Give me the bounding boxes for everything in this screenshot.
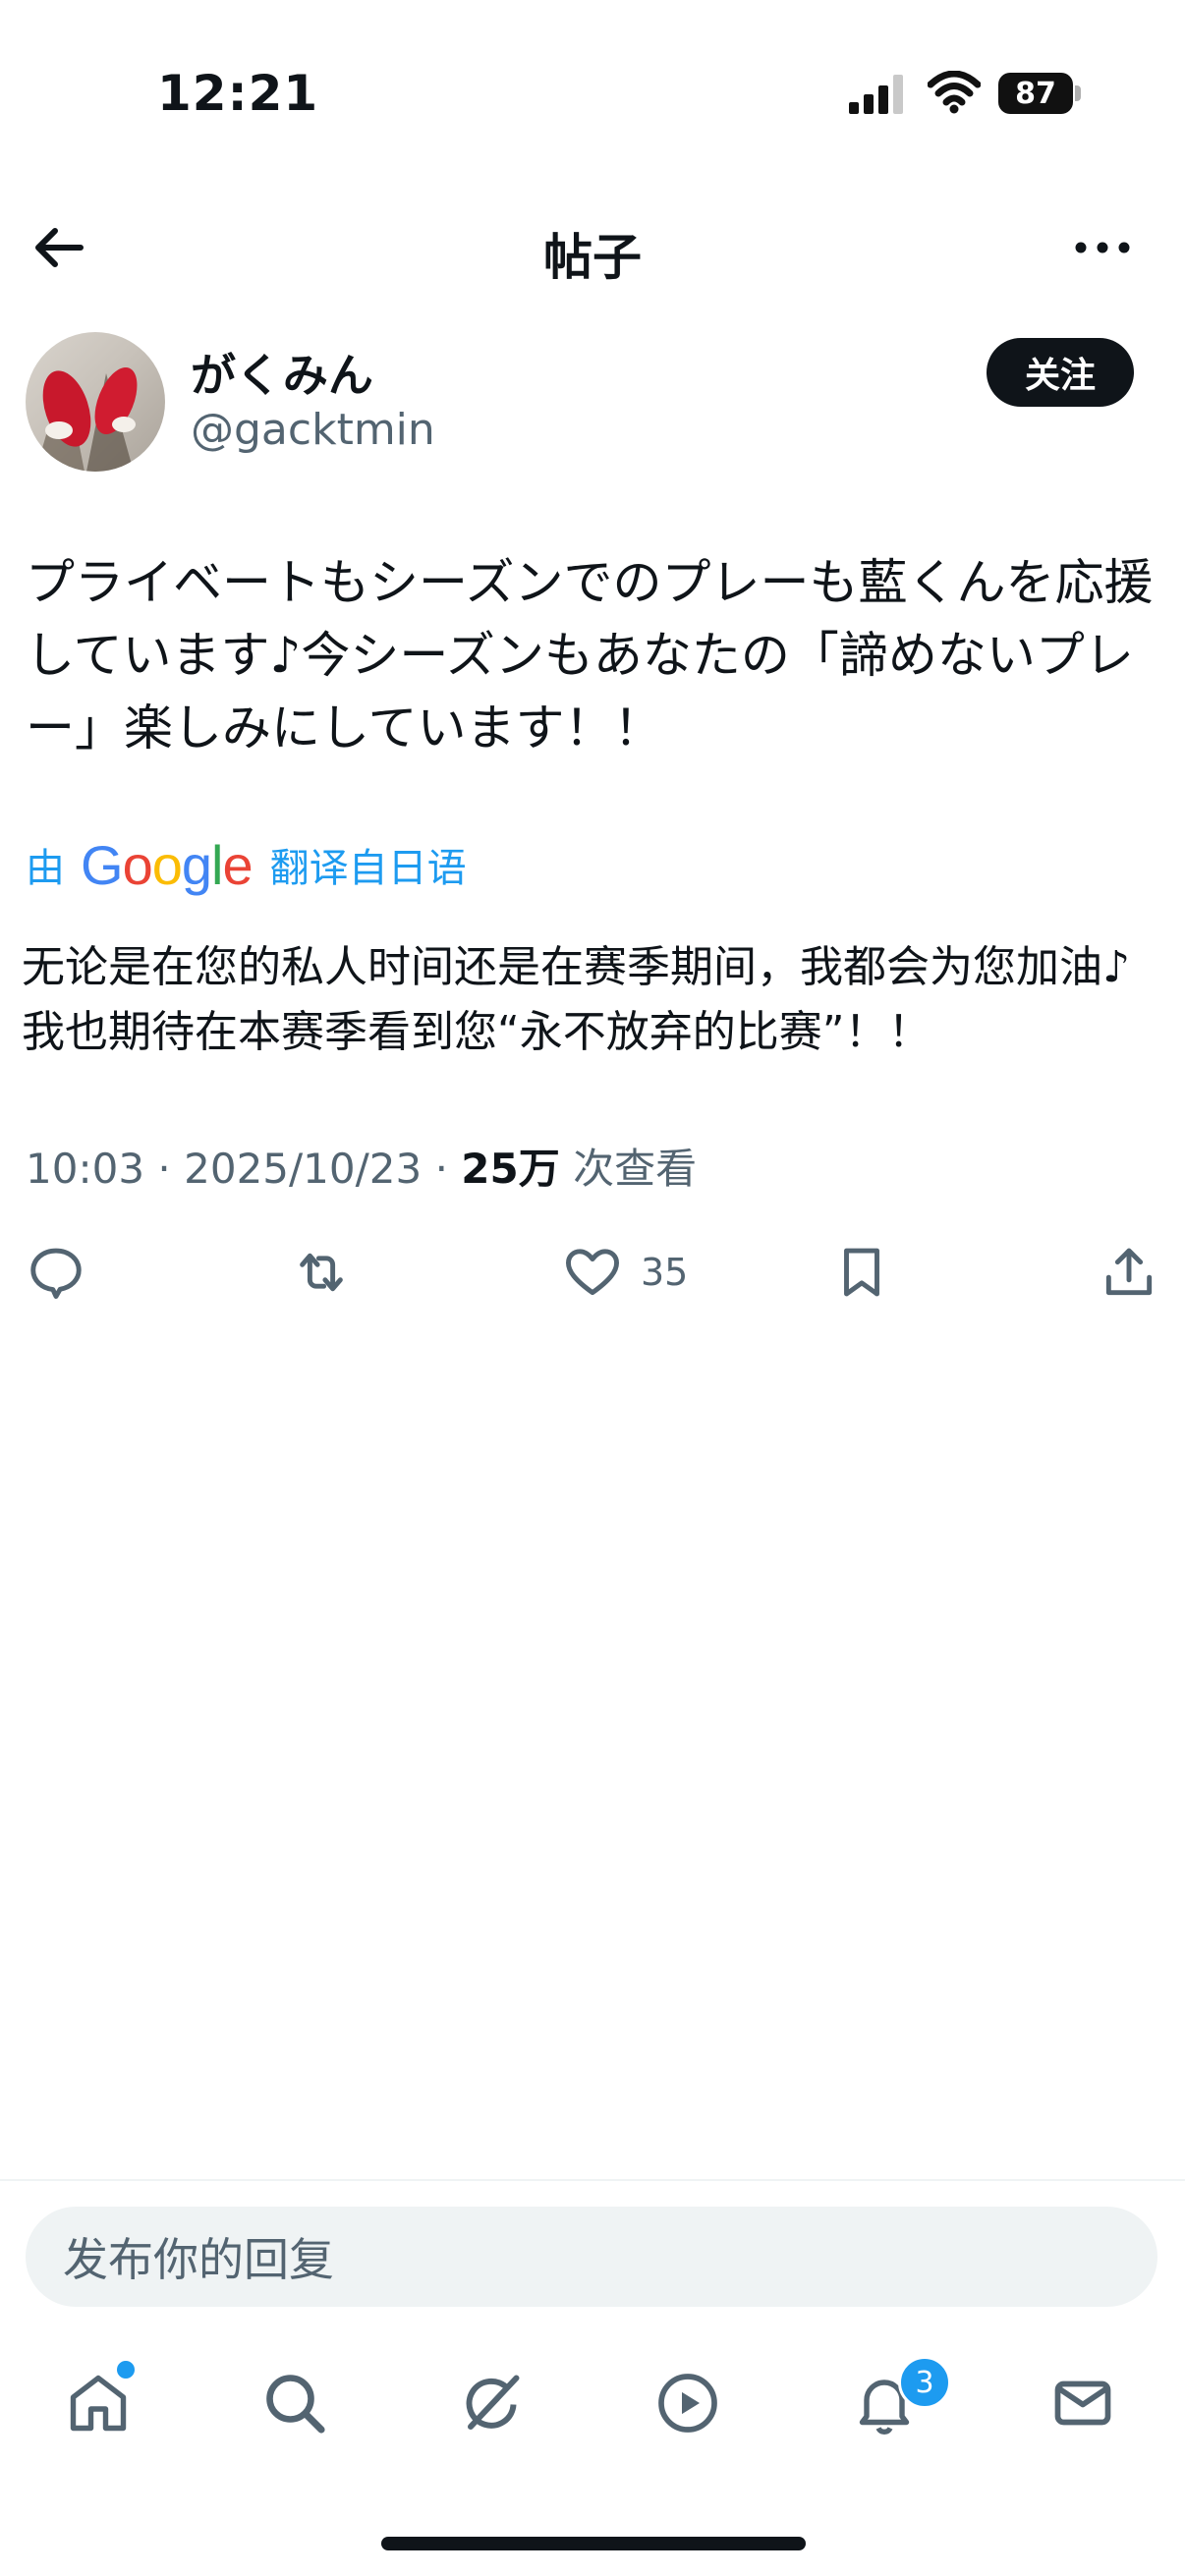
translation-text: 无论是在您的私人时间还是在赛季期间，我都会为您加油♪我也期待在本赛季看到您“永不…	[22, 942, 1131, 1057]
like-button[interactable]: 35	[562, 1238, 688, 1307]
display-name[interactable]: がくみん	[191, 340, 373, 405]
nav-video[interactable]	[652, 2368, 723, 2438]
grok-icon	[466, 2375, 520, 2430]
meta-separator: ·	[157, 1145, 171, 1193]
more-icon[interactable]	[1071, 228, 1134, 267]
tweet-meta: 10:03 · 2025/10/23 · 25万 次查看	[26, 1136, 697, 1196]
reply-icon	[30, 1248, 82, 1299]
bookmark-icon	[844, 1248, 879, 1297]
divider	[0, 2179, 1185, 2181]
translation-attribution[interactable]: 由 Google 翻译自日语	[26, 833, 467, 896]
views-count: 25万	[461, 1145, 560, 1193]
tweet-text: プライベートもシーズンでのプレーも藍くんを応援しています♪今シーズンもあなたの「…	[26, 554, 1154, 756]
wifi-icon	[928, 71, 981, 114]
nav-search[interactable]	[259, 2368, 330, 2438]
retweet-button[interactable]	[291, 1238, 352, 1307]
home-indicator	[381, 2537, 806, 2550]
reply-button[interactable]	[26, 1238, 86, 1307]
tweet-time: 10:03	[26, 1145, 145, 1193]
retweet-icon	[300, 1253, 343, 1292]
search-icon	[266, 2375, 325, 2434]
meta-separator: ·	[434, 1145, 448, 1193]
user-handle[interactable]: @gacktmin	[191, 405, 435, 455]
nav-messages[interactable]	[1047, 2368, 1118, 2438]
share-icon	[1105, 1248, 1153, 1296]
views-label: 次查看	[573, 1145, 698, 1193]
video-icon	[658, 2374, 717, 2433]
follow-button[interactable]: 关注	[987, 338, 1134, 407]
nav-grok[interactable]	[456, 2368, 527, 2438]
battery-indicator: 87	[998, 73, 1081, 114]
tweet-date: 2025/10/23	[184, 1145, 423, 1193]
bookmark-button[interactable]	[831, 1238, 892, 1307]
reply-input[interactable]: 发布你的回复	[26, 2207, 1157, 2307]
share-button[interactable]	[1099, 1238, 1159, 1307]
cellular-signal-icon	[849, 75, 903, 114]
notification-badge: 3	[898, 2356, 951, 2409]
translated-suffix: 翻译自日语	[269, 846, 467, 891]
translated-prefix: 由	[26, 846, 65, 891]
mail-icon	[1054, 2380, 1111, 2426]
page-title: 帖子	[543, 229, 642, 286]
heart-icon	[566, 1249, 619, 1296]
battery-level: 87	[998, 73, 1073, 114]
google-logo: Google	[81, 833, 254, 896]
avatar[interactable]	[26, 332, 165, 472]
like-count: 35	[641, 1251, 689, 1294]
status-time: 12:21	[157, 65, 319, 122]
home-notification-dot	[114, 2358, 138, 2381]
